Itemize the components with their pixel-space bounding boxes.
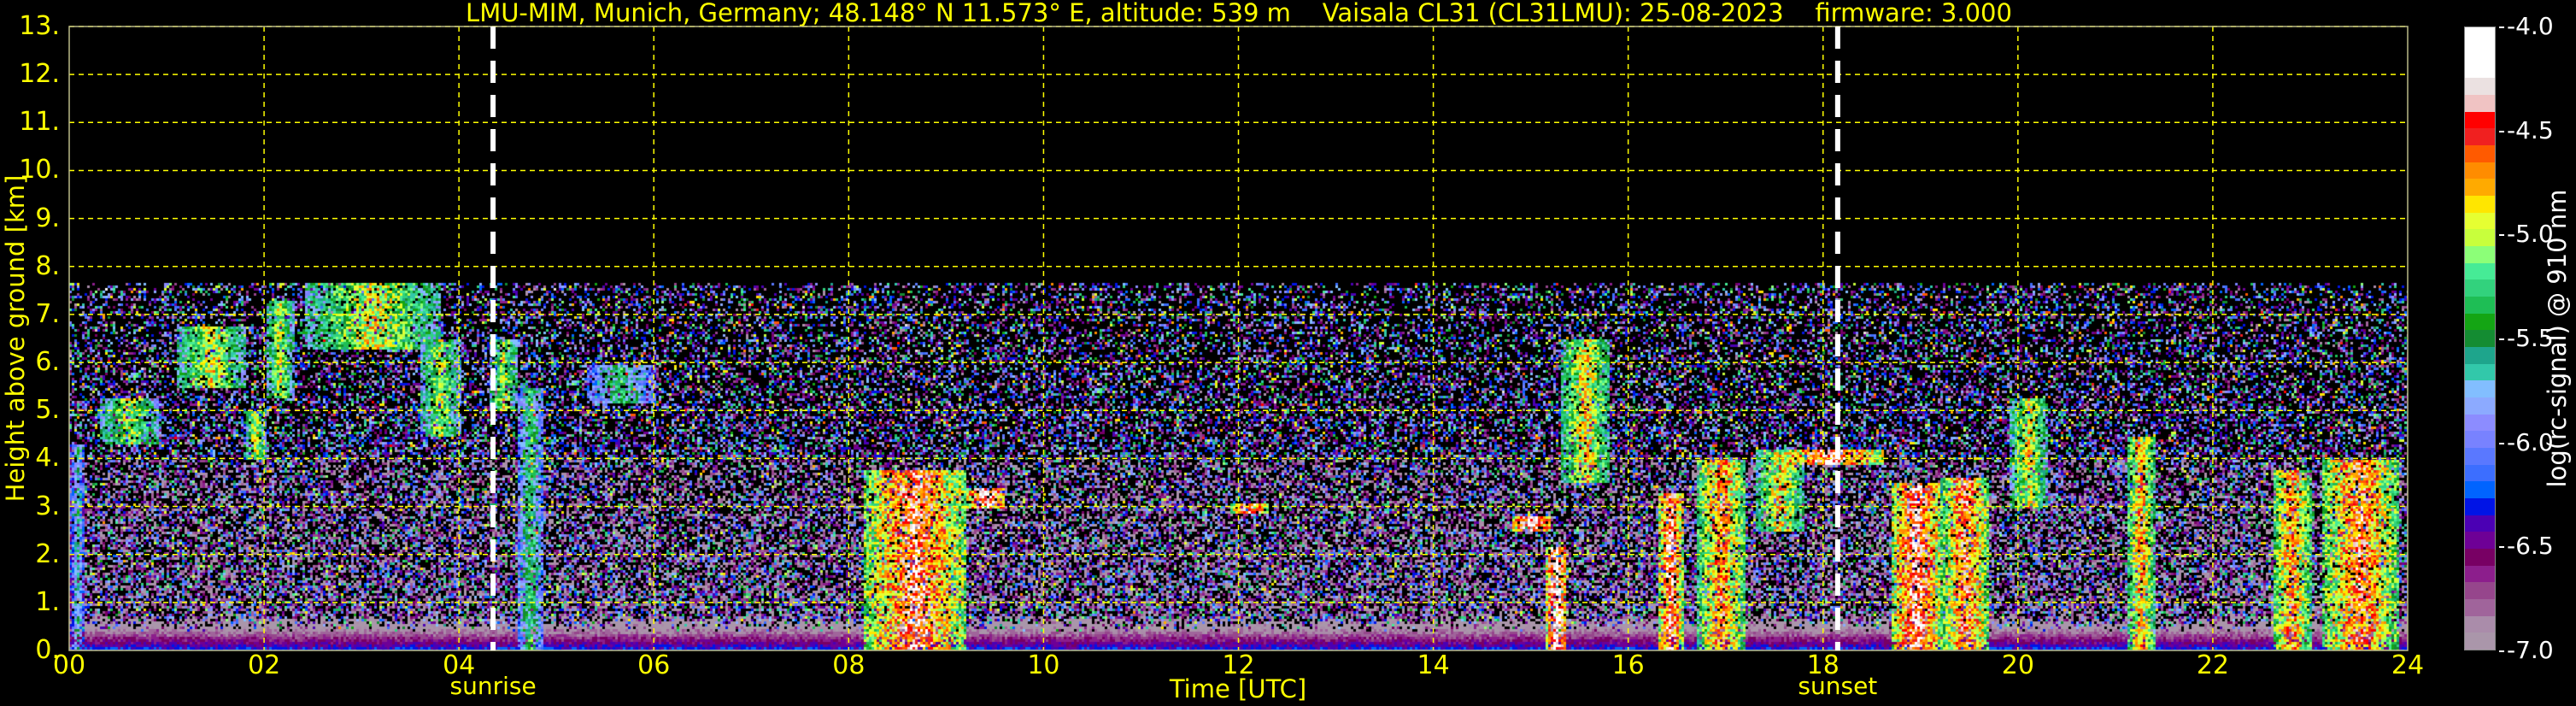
colorbar-segment [2465, 245, 2495, 263]
colorbar-segment [2465, 262, 2495, 280]
y-tick-label: 3. [35, 491, 60, 521]
colorbar-segment [2465, 380, 2495, 397]
colorbar-segment [2465, 61, 2495, 79]
colorbar-segment [2465, 565, 2495, 583]
colorbar-segment [2465, 363, 2495, 381]
colorbar-tick-label: -4.5 [2499, 118, 2554, 143]
colorbar-segment [2465, 94, 2495, 112]
colorbar-segment [2465, 44, 2495, 62]
x-tick-label: 24 [2391, 650, 2425, 680]
grid-overlay [68, 26, 2409, 651]
x-tick-label: 02 [247, 650, 281, 680]
colorbar-segment [2465, 532, 2495, 549]
y-tick-label: 4. [35, 443, 60, 474]
x-tick-label: 06 [637, 650, 671, 680]
colorbar-segment [2465, 195, 2495, 213]
x-tick-label: 14 [1417, 650, 1450, 680]
colorbar-segment [2465, 296, 2495, 314]
y-tick-label: 9. [35, 203, 60, 233]
colorbar-segment [2465, 447, 2495, 465]
chart-title: LMU-MIM, Munich, Germany; 48.148° N 11.5… [466, 0, 2012, 27]
colorbar-segment [2465, 598, 2495, 616]
x-tick-label: 22 [2196, 650, 2229, 680]
x-tick-label: 16 [1611, 650, 1645, 680]
x-tick-label: 20 [2001, 650, 2034, 680]
colorbar-segment [2465, 515, 2495, 532]
colorbar-tick-label: -5.0 [2499, 222, 2554, 246]
x-tick-label: 10 [1027, 650, 1060, 680]
y-tick-label: 11. [19, 107, 60, 138]
colorbar-segment [2465, 582, 2495, 599]
y-tick-label: 2. [35, 538, 60, 569]
colorbar-segment [2465, 481, 2495, 498]
x-tick-label: 08 [832, 650, 866, 680]
colorbar-segment [2465, 212, 2495, 230]
colorbar-segment [2465, 346, 2495, 364]
y-tick-label: 0. [35, 635, 60, 665]
colorbar-tick-label: -6.0 [2499, 430, 2554, 455]
colorbar-segment [2465, 497, 2495, 515]
y-tick-label: 1. [35, 586, 60, 617]
y-tick-label: 6. [35, 347, 60, 378]
colorbar-segment [2465, 615, 2495, 633]
x-axis-label: Time [UTC] [1169, 674, 1307, 703]
colorbar-segment [2465, 414, 2495, 432]
colorbar-segment [2465, 144, 2495, 162]
colorbar-tick-label: -4.0 [2499, 15, 2554, 38]
y-tick-label: 8. [35, 250, 60, 281]
colorbar-segment [2465, 548, 2495, 566]
y-axis-label: Height above ground [km] [1, 174, 30, 503]
y-tick-label: 5. [35, 395, 60, 426]
sunset-label: sunset [1798, 672, 1878, 700]
colorbar-segment [2465, 431, 2495, 448]
y-tick-label: 12. [19, 59, 60, 90]
colorbar-segment [2465, 330, 2495, 347]
colorbar-segment [2465, 464, 2495, 482]
colorbar-segment [2465, 229, 2495, 246]
colorbar-segment [2465, 78, 2495, 95]
colorbar-segment [2465, 162, 2495, 179]
colorbar-segment [2465, 179, 2495, 196]
colorbar-segment [2465, 128, 2495, 145]
colorbar-tick-label: -5.5 [2499, 327, 2554, 350]
colorbar-segment [2465, 397, 2495, 415]
sunrise-label: sunrise [449, 672, 537, 700]
colorbar-tick-label: -7.0 [2499, 638, 2554, 662]
colorbar-tick-label: -6.5 [2499, 534, 2554, 558]
colorbar-segment [2465, 313, 2495, 331]
y-tick-label: 7. [35, 298, 60, 329]
colorbar-segment [2465, 279, 2495, 297]
colorbar-segment [2465, 27, 2495, 44]
y-tick-label: 13. [19, 11, 60, 41]
plot-area [68, 26, 2409, 651]
colorbar [2464, 26, 2496, 650]
colorbar-segment [2465, 632, 2495, 650]
colorbar-segment [2465, 111, 2495, 129]
